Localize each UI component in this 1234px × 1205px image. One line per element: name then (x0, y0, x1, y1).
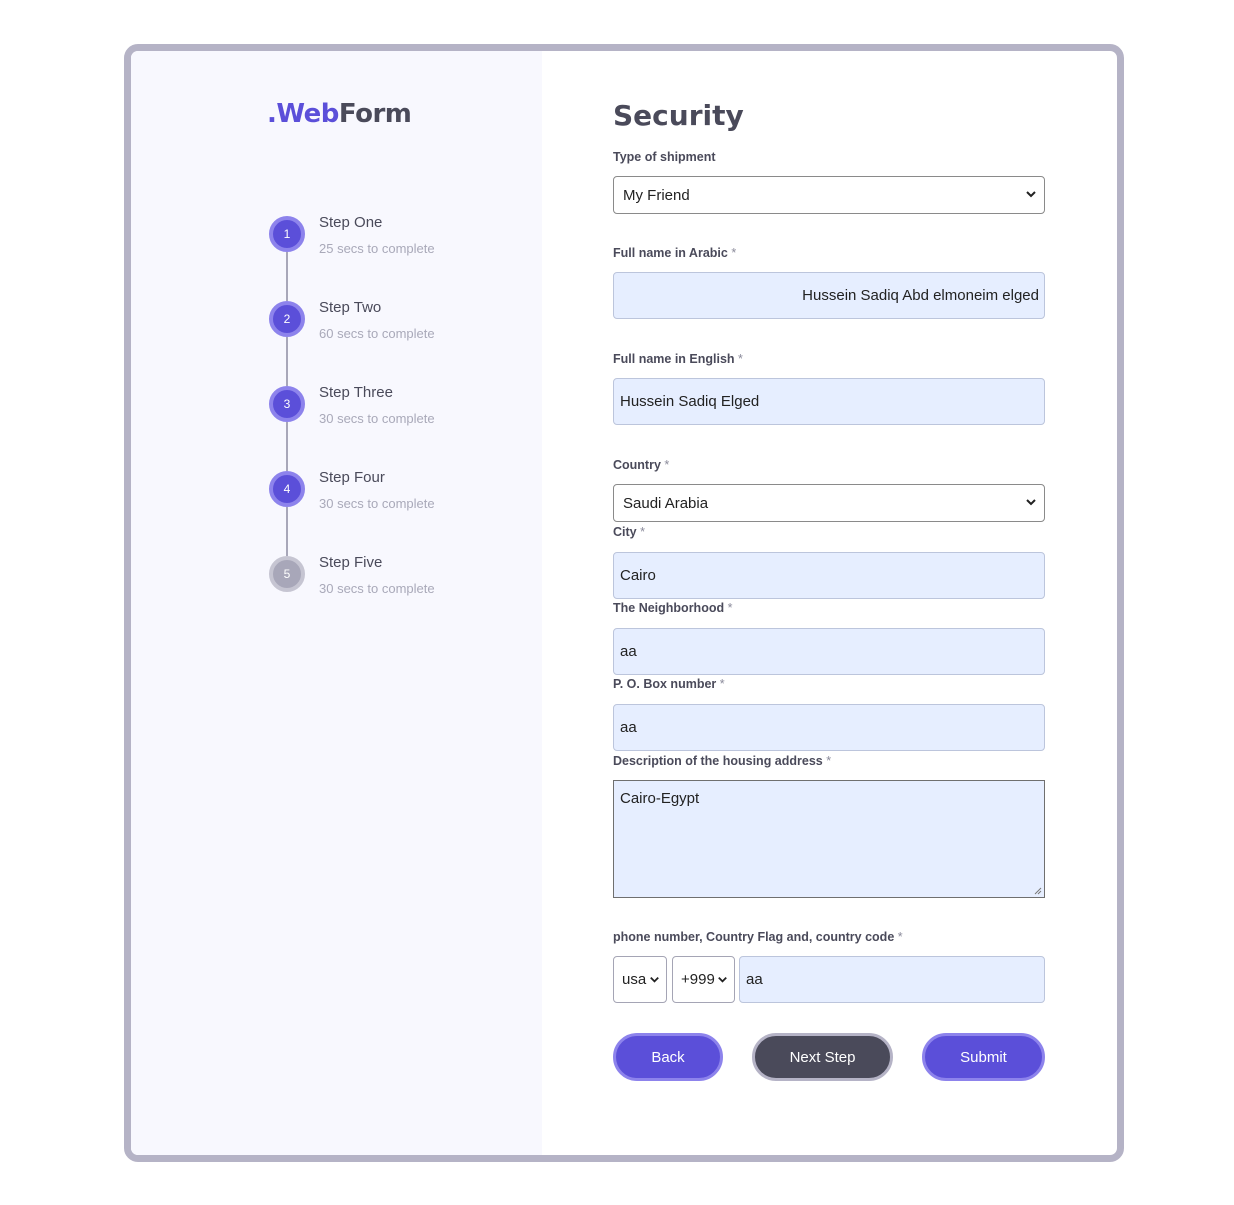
step-title: Step Four (319, 469, 385, 486)
chevron-down-icon (1026, 499, 1036, 506)
required-marker: * (731, 246, 737, 260)
step-title: Step Two (319, 299, 382, 316)
city-value: Cairo (620, 567, 656, 584)
step-subtitle: 60 secs to complete (319, 326, 435, 341)
logo: .WebForm (267, 99, 412, 129)
country-flag-select[interactable]: usa (613, 956, 667, 1003)
country-code-select[interactable]: +999 (672, 956, 735, 1003)
page-title: Security (613, 99, 744, 132)
step-item-1[interactable]: 1 Step One 25 secs to complete (269, 214, 509, 276)
city-label: City * (613, 525, 645, 539)
country-code-value: +999 (681, 971, 715, 988)
step-subtitle: 30 secs to complete (319, 496, 435, 511)
back-button[interactable]: Back (613, 1033, 723, 1081)
required-marker: * (727, 601, 733, 615)
chevron-down-icon (650, 976, 659, 983)
name-arabic-value: Hussein Sadiq Abd elmoneim elged (802, 287, 1039, 304)
country-value: Saudi Arabia (623, 494, 709, 512)
phone-number-value: aa (746, 971, 763, 988)
step-subtitle: 30 secs to complete (319, 411, 435, 426)
city-input[interactable]: Cairo (613, 552, 1045, 599)
step-title: Step Five (319, 554, 383, 571)
housing-description-label-text: Description of the housing address (613, 754, 823, 768)
shipment-type-select[interactable]: My Friend (613, 176, 1045, 214)
po-box-label-text: P. O. Box number (613, 677, 717, 691)
required-marker: * (664, 458, 670, 472)
name-arabic-label-text: Full name in Arabic (613, 246, 728, 260)
next-step-button[interactable]: Next Step (752, 1033, 893, 1081)
submit-button[interactable]: Submit (922, 1033, 1045, 1081)
housing-description-textarea[interactable]: Cairo-Egypt (613, 780, 1045, 898)
chevron-down-icon (718, 976, 727, 983)
step-title: Step One (319, 214, 383, 231)
country-select[interactable]: Saudi Arabia (613, 484, 1045, 522)
po-box-label: P. O. Box number * (613, 677, 725, 691)
required-marker: * (640, 525, 645, 539)
resize-handle-icon[interactable] (1034, 887, 1042, 895)
country-flag-value: usa (622, 971, 647, 988)
step-number-badge: 1 (269, 216, 305, 252)
neighborhood-label: The Neighborhood * (613, 601, 732, 615)
phone-label: phone number, Country Flag and, country … (613, 930, 903, 944)
chevron-down-icon (1026, 191, 1036, 198)
name-arabic-label: Full name in Arabic * (613, 246, 736, 260)
step-number-badge: 2 (269, 301, 305, 337)
city-label-text: City (613, 525, 637, 539)
logo-form: Form (338, 99, 412, 129)
step-number-badge: 4 (269, 471, 305, 507)
required-marker: * (738, 352, 743, 366)
neighborhood-label-text: The Neighborhood (613, 601, 725, 615)
required-marker: * (826, 754, 832, 768)
step-number-badge: 5 (269, 556, 305, 592)
step-number-badge: 3 (269, 386, 305, 422)
required-marker: * (719, 677, 725, 691)
name-english-value: Hussein Sadiq Elged (620, 393, 760, 410)
form-card: .WebForm 1 Step One 25 secs to complete … (124, 44, 1124, 1162)
name-english-input[interactable]: Hussein Sadiq Elged (613, 378, 1045, 425)
step-item-2[interactable]: 2 Step Two 60 secs to complete (269, 299, 509, 361)
step-subtitle: 25 secs to complete (319, 241, 435, 256)
country-label-text: Country (613, 458, 661, 472)
name-arabic-input[interactable]: Hussein Sadiq Abd elmoneim elged (613, 272, 1045, 319)
logo-web: Web (276, 99, 339, 129)
step-item-4[interactable]: 4 Step Four 30 secs to complete (269, 469, 509, 531)
country-label: Country * (613, 458, 669, 472)
phone-number-input[interactable]: aa (739, 956, 1045, 1003)
housing-description-label: Description of the housing address * (613, 754, 831, 768)
neighborhood-value: aa (620, 643, 637, 660)
name-english-label-text: Full name in English (613, 352, 735, 366)
step-subtitle: 30 secs to complete (319, 581, 435, 596)
name-english-label: Full name in English * (613, 352, 743, 366)
shipment-type-label: Type of shipment (613, 150, 716, 164)
required-marker: * (897, 930, 903, 944)
neighborhood-input[interactable]: aa (613, 628, 1045, 675)
step-item-3[interactable]: 3 Step Three 30 secs to complete (269, 384, 509, 446)
shipment-type-value: My Friend (623, 186, 690, 204)
phone-label-text: phone number, Country Flag and, country … (613, 930, 895, 944)
step-title: Step Three (319, 384, 393, 401)
po-box-value: aa (620, 719, 637, 736)
po-box-input[interactable]: aa (613, 704, 1045, 751)
sidebar: .WebForm 1 Step One 25 secs to complete … (131, 51, 542, 1155)
housing-description-value: Cairo-Egypt (620, 790, 700, 807)
logo-dot: . (267, 99, 277, 129)
step-item-5[interactable]: 5 Step Five 30 secs to complete (269, 554, 509, 616)
